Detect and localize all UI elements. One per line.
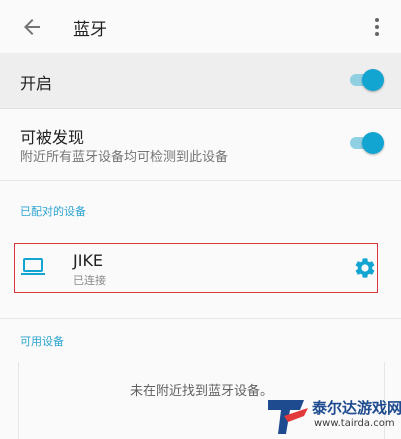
discoverable-row[interactable]: 可被发现 附近所有蓝牙设备均可检测到此设备 — [0, 109, 401, 181]
app-bar: 蓝牙 — [0, 0, 401, 53]
watermark-text: 泰尔达游戏网 — [312, 399, 401, 417]
bluetooth-toggle-row[interactable]: 开启 — [0, 53, 401, 109]
paired-devices-header: 已配对的设备 — [20, 205, 86, 218]
site-watermark: 泰尔达游戏网 www.tairda.com — [262, 393, 401, 439]
discoverable-description: 附近所有蓝牙设备均可检测到此设备 — [20, 150, 229, 165]
section-divider — [0, 318, 401, 319]
page-title: 蓝牙 — [73, 20, 107, 40]
bluetooth-switch[interactable] — [350, 69, 384, 91]
bluetooth-label: 开启 — [20, 74, 53, 93]
arrow-left-icon[interactable] — [20, 15, 44, 39]
discoverable-switch[interactable] — [350, 132, 384, 154]
switch-thumb — [362, 69, 384, 91]
watermark-logo-icon — [268, 400, 308, 434]
watermark-url: www.tairda.com — [314, 418, 395, 429]
device-status: 已连接 — [73, 274, 106, 287]
discoverable-label: 可被发现 — [20, 128, 85, 147]
laptop-icon — [21, 258, 45, 275]
device-name: JIKE — [73, 251, 104, 270]
available-devices-header: 可用设备 — [20, 335, 64, 348]
paired-device-item[interactable]: JIKE 已连接 — [14, 243, 378, 293]
gear-icon[interactable] — [353, 256, 377, 280]
more-vertical-icon[interactable] — [368, 15, 386, 39]
switch-thumb — [362, 132, 384, 154]
